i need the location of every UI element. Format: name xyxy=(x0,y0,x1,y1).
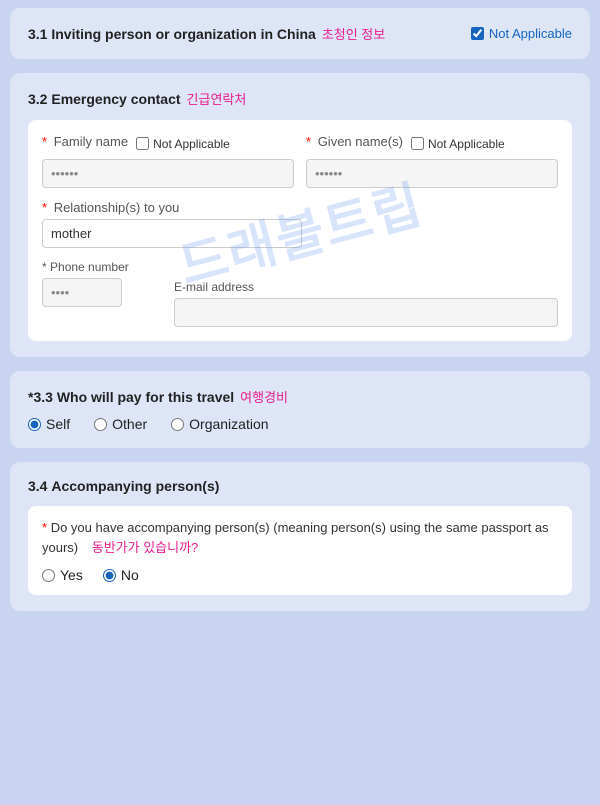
section-31-header: 3.1 Inviting person or organization in C… xyxy=(28,24,572,43)
section-32-title-korean: 긴급연락처 xyxy=(187,89,247,108)
relationship-required: * xyxy=(42,200,47,215)
accompanying-question: * Do you have accompanying person(s) (me… xyxy=(42,518,558,557)
section-31-not-applicable[interactable]: Not Applicable xyxy=(471,26,572,41)
radio-other[interactable]: Other xyxy=(94,416,147,432)
section-32-title: Emergency contact xyxy=(47,91,180,107)
radio-other-input[interactable] xyxy=(94,418,107,431)
given-name-not-applicable[interactable]: Not Applicable xyxy=(411,137,505,151)
email-group: E-mail address xyxy=(174,280,558,327)
section-31-not-applicable-label: Not Applicable xyxy=(489,26,572,41)
given-name-label-row: * Given name(s) Not Applicable xyxy=(306,134,558,153)
family-name-input[interactable] xyxy=(42,159,294,188)
relationship-label: * Relationship(s) to you xyxy=(42,200,558,215)
radio-yes-input[interactable] xyxy=(42,569,55,582)
family-name-group: * Family name Not Applicable xyxy=(42,134,294,188)
relationship-row: * Relationship(s) to you xyxy=(42,200,558,248)
phone-required: * xyxy=(42,260,47,274)
section-32-inner: 드래블트립 * Family name Not Applicable xyxy=(28,120,572,341)
email-label: E-mail address xyxy=(174,280,558,294)
radio-no[interactable]: No xyxy=(103,567,139,583)
section-32-header: 3.2 Emergency contact 긴급연락처 xyxy=(28,89,572,108)
family-name-label-row: * Family name Not Applicable xyxy=(42,134,294,153)
section-32: 3.2 Emergency contact 긴급연락처 드래블트립 * Fami… xyxy=(10,73,590,357)
family-name-label: * Family name xyxy=(42,134,128,149)
phone-email-row: * Phone number E-mail address xyxy=(42,260,558,327)
yes-no-radio-group: Yes No xyxy=(42,567,558,583)
phone-input[interactable] xyxy=(42,278,122,307)
section-32-number: 3.2 xyxy=(28,91,47,107)
given-name-group: * Given name(s) Not Applicable xyxy=(306,134,558,188)
radio-no-input[interactable] xyxy=(103,569,116,582)
section-34: 3.4 Accompanying person(s) * Do you have… xyxy=(10,462,590,611)
section-33-title-korean: 여행경비 xyxy=(240,387,288,406)
family-name-not-applicable[interactable]: Not Applicable xyxy=(136,137,230,151)
radio-no-label: No xyxy=(121,567,139,583)
given-name-not-applicable-label: Not Applicable xyxy=(428,137,505,151)
radio-organization-label: Organization xyxy=(189,416,268,432)
section-33-number: *3.3 xyxy=(28,389,53,405)
section-33-header: *3.3 Who will pay for this travel 여행경비 xyxy=(28,387,572,406)
section-31-title-text: Inviting person or organization in China xyxy=(47,26,315,42)
radio-yes[interactable]: Yes xyxy=(42,567,83,583)
email-input[interactable] xyxy=(174,298,558,327)
radio-organization[interactable]: Organization xyxy=(171,416,268,432)
name-fields-row: * Family name Not Applicable * Given nam… xyxy=(42,134,558,188)
given-name-not-applicable-checkbox[interactable] xyxy=(411,137,424,150)
accompanying-required: * xyxy=(42,520,47,535)
given-name-required: * xyxy=(306,134,311,149)
accompanying-korean: 동반가가 있습니까? xyxy=(92,540,199,555)
section-34-number: 3.4 xyxy=(28,478,47,494)
section-33-title: Who will pay for this travel xyxy=(53,389,234,405)
family-name-required: * xyxy=(42,134,47,149)
radio-self[interactable]: Self xyxy=(28,416,70,432)
section-34-title: Accompanying person(s) xyxy=(47,478,219,494)
section-34-inner: * Do you have accompanying person(s) (me… xyxy=(28,506,572,595)
payment-radio-group: Self Other Organization xyxy=(28,416,572,432)
radio-yes-label: Yes xyxy=(60,567,83,583)
phone-label: * Phone number xyxy=(42,260,162,274)
section-31-not-applicable-checkbox[interactable] xyxy=(471,27,484,40)
radio-other-label: Other xyxy=(112,416,147,432)
section-33: *3.3 Who will pay for this travel 여행경비 S… xyxy=(10,371,590,448)
section-34-header: 3.4 Accompanying person(s) xyxy=(28,478,572,494)
given-name-label: * Given name(s) xyxy=(306,134,403,149)
phone-group: * Phone number xyxy=(42,260,162,307)
relationship-input[interactable] xyxy=(42,219,302,248)
family-name-not-applicable-label: Not Applicable xyxy=(153,137,230,151)
radio-self-input[interactable] xyxy=(28,418,41,431)
given-name-input[interactable] xyxy=(306,159,558,188)
section-31-title-korean: 초청인 정보 xyxy=(322,24,385,43)
radio-self-label: Self xyxy=(46,416,70,432)
family-name-not-applicable-checkbox[interactable] xyxy=(136,137,149,150)
section-31: 3.1 Inviting person or organization in C… xyxy=(10,8,590,59)
radio-organization-input[interactable] xyxy=(171,418,184,431)
section-31-title: 3.1 xyxy=(28,26,47,42)
